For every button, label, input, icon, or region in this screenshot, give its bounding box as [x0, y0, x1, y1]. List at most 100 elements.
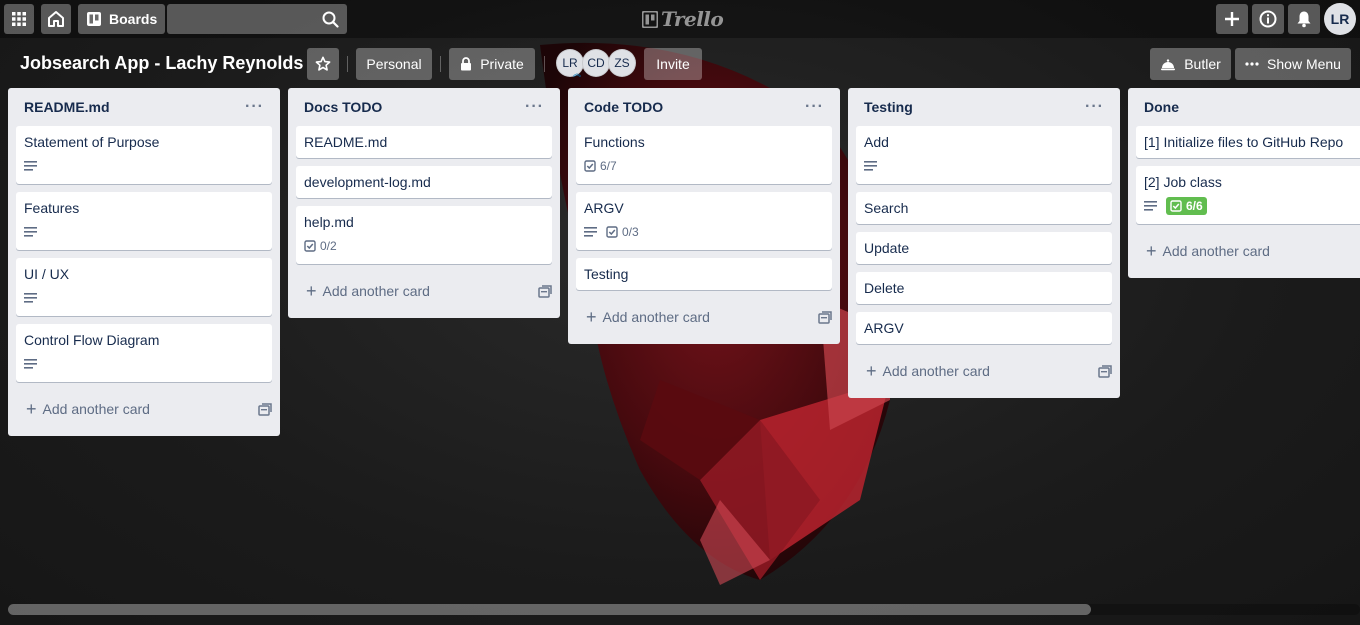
card-badges: [24, 156, 264, 176]
list-title[interactable]: Testing: [864, 99, 913, 115]
invite-label: Invite: [656, 56, 690, 72]
card[interactable]: Update: [856, 232, 1112, 264]
card-title: Search: [864, 200, 909, 216]
header-divider: [544, 56, 545, 72]
board-title[interactable]: Jobsearch App - Lachy Reynolds: [20, 53, 303, 74]
add-card-button[interactable]: + Add another card: [1146, 242, 1270, 260]
card[interactable]: ARGV 0/3: [576, 192, 832, 250]
star-board-button[interactable]: [307, 48, 339, 80]
list-footer: + Add another card: [288, 272, 560, 310]
list-header[interactable]: Done: [1128, 88, 1360, 126]
card-badges: 6/6: [1144, 196, 1352, 216]
list-menu-icon[interactable]: ···: [525, 99, 544, 115]
card[interactable]: Features: [16, 192, 272, 250]
team-button[interactable]: Personal: [356, 48, 432, 80]
create-button[interactable]: [1216, 4, 1248, 34]
list-menu-icon[interactable]: ···: [805, 99, 824, 115]
card[interactable]: README.md: [296, 126, 552, 158]
card-container: README.md development-log.md help.md 0/2: [288, 126, 560, 264]
search-input[interactable]: [167, 4, 347, 34]
boards-label: Boards: [109, 11, 158, 27]
card-title: Functions: [584, 134, 645, 150]
checklist-count: 0/3: [622, 225, 639, 239]
scrollbar-thumb[interactable]: [8, 604, 1091, 615]
card[interactable]: Control Flow Diagram: [16, 324, 272, 382]
card[interactable]: [1] Initialize files to GitHub Repo: [1136, 126, 1360, 158]
card[interactable]: development-log.md: [296, 166, 552, 198]
card-title: help.md: [304, 214, 354, 230]
add-card-button[interactable]: + Add another card: [306, 282, 430, 300]
plus-icon: +: [26, 399, 37, 419]
home-icon: [48, 11, 64, 27]
card-title: development-log.md: [304, 174, 431, 190]
list-done: Done [1] Initialize files to GitHub Repo…: [1128, 88, 1360, 278]
butler-button[interactable]: Butler: [1150, 48, 1231, 80]
board-horizontal-scrollbar[interactable]: [8, 604, 1360, 615]
add-card-label: Add another card: [602, 309, 710, 325]
list-title[interactable]: Done: [1144, 99, 1179, 115]
home-button[interactable]: [41, 4, 71, 34]
show-menu-button[interactable]: Show Menu: [1235, 48, 1351, 80]
member-avatar[interactable]: CD: [582, 49, 610, 77]
card[interactable]: [2] Job class 6/6: [1136, 166, 1360, 224]
add-card-button[interactable]: + Add another card: [586, 308, 710, 326]
list-menu-icon[interactable]: ···: [1085, 99, 1104, 115]
list-menu-icon[interactable]: ···: [245, 99, 264, 115]
card-title: [1] Initialize files to GitHub Repo: [1144, 134, 1344, 150]
header-divider: [440, 56, 441, 72]
card-container: Functions 6/7 ARGV 0/3 Testing: [568, 126, 840, 290]
plus-icon: [1225, 12, 1239, 26]
top-header: Boards Trello LR: [0, 0, 1360, 38]
card[interactable]: help.md 0/2: [296, 206, 552, 264]
list-title[interactable]: Code TODO: [584, 99, 663, 115]
card-title: [2] Job class: [1144, 174, 1222, 190]
invite-button[interactable]: Invite: [644, 48, 702, 80]
visibility-button[interactable]: Private: [449, 48, 535, 80]
card-container: [1] Initialize files to GitHub Repo [2] …: [1128, 126, 1360, 224]
card[interactable]: Add: [856, 126, 1112, 184]
list-header[interactable]: README.md ···: [8, 88, 280, 126]
checklist-icon: [606, 226, 618, 238]
list-header[interactable]: Code TODO ···: [568, 88, 840, 126]
add-card-button[interactable]: + Add another card: [866, 361, 990, 381]
list-title[interactable]: README.md: [24, 99, 110, 115]
visibility-label: Private: [480, 56, 524, 72]
info-button[interactable]: [1252, 4, 1284, 34]
card[interactable]: Testing: [576, 258, 832, 290]
card[interactable]: Search: [856, 192, 1112, 224]
card-badges: [24, 354, 264, 374]
card[interactable]: Delete: [856, 272, 1112, 304]
card[interactable]: UI / UX: [16, 258, 272, 316]
card-template-icon[interactable]: [538, 284, 552, 298]
card-title: Add: [864, 134, 889, 150]
add-card-label: Add another card: [1162, 243, 1270, 259]
card-title: Statement of Purpose: [24, 134, 160, 150]
list-code-todo: Code TODO ··· Functions 6/7 ARGV 0/3 Tes…: [568, 88, 840, 344]
card-title: Features: [24, 200, 80, 216]
boards-button[interactable]: Boards: [78, 4, 166, 34]
star-icon: [315, 56, 331, 71]
add-card-label: Add another card: [42, 401, 150, 417]
plus-icon: +: [866, 361, 877, 381]
search-icon[interactable]: [322, 11, 339, 28]
grid-icon: [12, 12, 26, 26]
card-title: ARGV: [584, 200, 624, 216]
notifications-button[interactable]: [1288, 4, 1320, 34]
list-title[interactable]: Docs TODO: [304, 99, 382, 115]
card[interactable]: Functions 6/7: [576, 126, 832, 184]
card-title: Control Flow Diagram: [24, 332, 160, 348]
card-template-icon[interactable]: [1098, 364, 1112, 378]
trello-logo[interactable]: Trello: [642, 7, 724, 31]
app-switcher-button[interactable]: [4, 4, 34, 34]
list-header[interactable]: Docs TODO ···: [288, 88, 560, 126]
card[interactable]: Statement of Purpose: [16, 126, 272, 184]
card-template-icon[interactable]: [818, 310, 832, 324]
card[interactable]: ARGV: [856, 312, 1112, 344]
add-card-button[interactable]: + Add another card: [26, 399, 150, 419]
card-template-icon[interactable]: [258, 402, 272, 416]
list-header[interactable]: Testing ···: [848, 88, 1120, 126]
member-avatar[interactable]: ZS: [608, 49, 636, 77]
user-avatar[interactable]: LR: [1324, 3, 1356, 35]
card-container: Add Search Update Delete ARGV: [848, 126, 1120, 344]
card-badges: [864, 156, 1104, 176]
